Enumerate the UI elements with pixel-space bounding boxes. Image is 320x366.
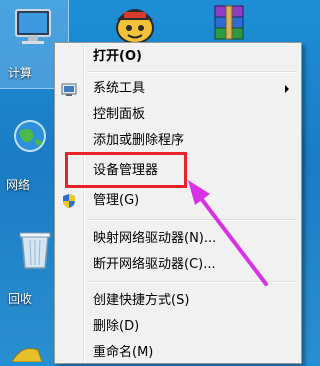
pointer-arrow-icon	[188, 180, 268, 286]
